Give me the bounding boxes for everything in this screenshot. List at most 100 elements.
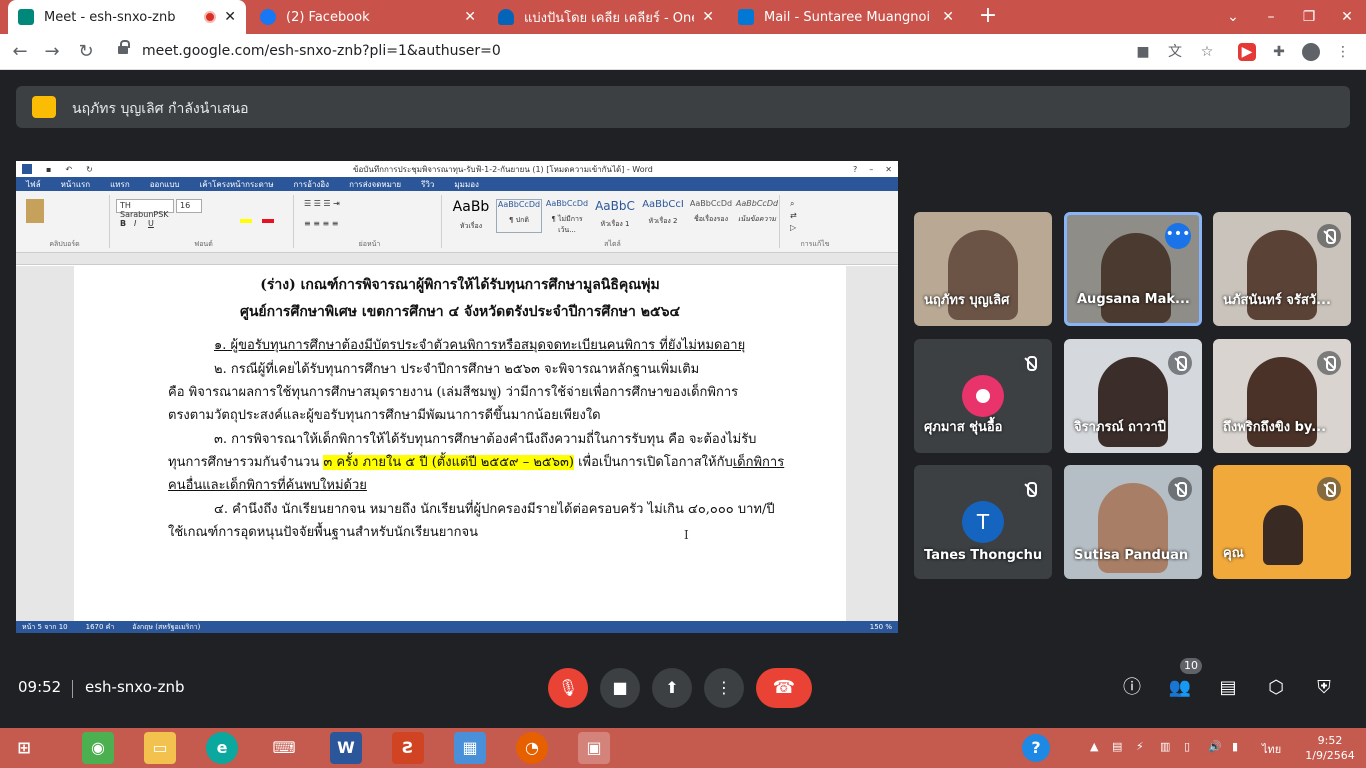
restore-icon[interactable]: ❐ [1290,9,1328,25]
windows-start-icon[interactable]: ⊞ [8,732,40,764]
close-icon[interactable]: ✕ [224,9,236,25]
align-icon: ≡ ≡ ≡ ≡ [304,219,339,228]
new-tab-button[interactable]: + [976,5,1000,29]
participant-tile[interactable]: Sutisa Panduan [1064,465,1202,579]
battery-icon[interactable]: ▯ [1184,740,1190,753]
ribbon-tab-insert: แทรก [110,179,130,189]
tab-mail[interactable]: Mail - Suntaree Muangnoi - Outl ✕ [728,0,964,34]
word-title-bar: ▪ ↶ ↻ ข้อบันทึกการประชุมพิจารณาทุน-รับฟ้… [16,161,898,177]
present-button[interactable]: ⬆ [652,668,692,708]
word-ribbon-tabs: ไฟล์ หน้าแรก แทรก ออกแบบ เค้าโครงหน้ากระ… [16,177,898,191]
people-icon[interactable]: 👥 [1168,676,1192,700]
tray-icon[interactable]: ⚡ [1136,740,1144,753]
extensions-puzzle-icon[interactable]: ✚ [1270,43,1288,61]
participant-tile[interactable]: คุณ [1213,465,1351,579]
reload-icon[interactable]: ↻ [76,42,96,62]
participant-tile[interactable]: ถึงพริกถึงขิง by... [1213,339,1351,453]
participant-tile[interactable]: ศุภมาส ชุ่นอื้อ [914,339,1052,453]
address-bar[interactable]: meet.google.com/esh-snxo-znb?pli=1&authu… [108,38,1228,66]
network-icon[interactable]: ▮ [1232,740,1238,753]
ribbon-tab-view: มุมมอง [454,179,479,189]
tray-expand-icon[interactable]: ▲ [1090,740,1098,753]
menu-icon[interactable]: ⋮ [1334,43,1352,61]
word-title: ข้อบันทึกการประชุมพิจารณาทุน-รับฟ้-1-2-ก… [353,164,653,174]
mic-toggle-button[interactable]: 🎙 [548,668,588,708]
mic-muted-icon [1168,477,1192,501]
host-controls-icon[interactable]: ⛨ [1312,676,1336,700]
doc-paragraph-2a: ๒. กรณีผู้ที่เคยได้รับทุนการศึกษา ประจำป… [214,362,700,377]
close-icon[interactable]: ✕ [942,9,954,25]
mic-muted-icon [1018,351,1042,375]
minimize-icon[interactable]: – [1252,9,1290,25]
undo-icon: ↶ [65,164,73,174]
help-icon: ? [853,164,858,174]
tab-onedrive[interactable]: แบ่งปันโดย เคลีย เคลียร์ - OneDrive ✕ [488,0,724,34]
participant-tile[interactable]: นฤภัทร บุญเลิศ [914,212,1052,326]
zoom-level: 150 % [869,623,892,631]
style-emphasis: AaBbCcDd เน้นข้อความ [735,199,779,223]
translate-icon[interactable]: 文 [1166,43,1184,61]
presenting-banner: นฤภัทร บุญเลิศ กำลังนำเสนอ [16,86,1350,128]
url-text[interactable]: meet.google.com/esh-snxo-znb?pli=1&authu… [142,43,501,59]
back-icon[interactable]: ← [10,42,30,62]
avatar: T [962,501,1004,543]
chrome-taskbar-icon[interactable]: ◉ [82,732,114,764]
volume-icon[interactable]: 🔊 [1208,740,1222,753]
meeting-info-icon[interactable]: ⓘ [1120,676,1144,700]
camera-blocked-icon[interactable]: ■ [1134,43,1152,61]
highlight-icon [240,219,252,223]
participant-tile[interactable]: จิราภรณ์ ถาวาปี [1064,339,1202,453]
mic-muted-icon [1317,351,1341,375]
keyboard-app-icon[interactable]: ⌨ [268,732,300,764]
mic-muted-icon [1317,477,1341,501]
forward-icon[interactable]: → [42,42,62,62]
extension-icon[interactable]: ▶ [1238,43,1256,61]
font-size-box: 16 [176,199,202,213]
tray-icon[interactable]: ▤ [1112,740,1122,753]
text-cursor-icon: I [684,528,689,542]
firefox-icon[interactable]: ◔ [516,732,548,764]
file-explorer-icon[interactable]: ▭ [144,732,176,764]
present-screen-icon: ⬆ [665,678,679,697]
participant-name: Augsana Mak... [1077,292,1190,307]
close-window-icon[interactable]: ✕ [1328,9,1366,25]
tab-meet[interactable]: Meet - esh-snxo-znb ✕ [8,0,246,34]
end-call-button[interactable]: ☎ [756,668,812,708]
input-language[interactable]: ไทย [1262,740,1281,758]
redo-icon: ↻ [86,164,93,174]
ribbon-tab-review: รีวิว [421,179,435,189]
clock-date: 1/9/2564 [1305,749,1355,762]
camera-toggle-button[interactable]: ■ [600,668,640,708]
foxit-icon[interactable]: Ƨ [392,732,424,764]
participant-tile[interactable]: T Tanes Thongchu [914,465,1052,579]
control-panel-icon[interactable]: ▦ [454,732,486,764]
page-count: หน้า 5 จาก 10 [22,622,68,631]
profile-avatar[interactable] [1302,43,1320,61]
doc-paragraph-2b: คือ พิจารณาผลการใช้ทุนการศึกษาสมุดรายงาน… [168,385,739,400]
more-options-button[interactable]: ⋮ [704,668,744,708]
group-label: คลิปบอร์ด [49,240,80,248]
style-no-spacing: AaBbCcDd ¶ ไม่มีการเว้น... [545,199,589,234]
word-taskbar-icon[interactable]: W [330,732,362,764]
photos-icon[interactable]: ▣ [578,732,610,764]
participant-tile[interactable]: ••• Augsana Mak... [1064,212,1202,326]
chat-icon[interactable]: ▤ [1216,676,1240,700]
tab-label: (2) Facebook [286,9,370,25]
group-label: สไตล์ [604,240,621,248]
meeting-time: 09:52 [18,678,62,696]
tab-search-icon[interactable]: ⌄ [1214,9,1252,25]
activities-icon[interactable]: ⬡ [1264,676,1288,700]
close-icon[interactable]: ✕ [464,9,476,25]
bookmark-star-icon[interactable]: ☆ [1198,43,1216,61]
system-clock[interactable]: 9:52 1/9/2564 [1300,733,1360,763]
participant-tile[interactable]: นภัสนันทร์ จรัสวั... [1213,212,1351,326]
word-logo-icon [22,164,32,174]
tray-icon[interactable]: ▥ [1160,740,1170,753]
close-icon[interactable]: ✕ [702,9,714,25]
tab-facebook[interactable]: (2) Facebook ✕ [250,0,486,34]
doc-paragraph-3c: คนอื่นและเด็กพิการที่ค้นพบใหม่ด้วย [168,478,367,493]
more-options-icon[interactable]: ••• [1165,223,1191,249]
participant-count-badge: 10 [1180,658,1202,674]
help-icon[interactable]: ? [1022,734,1050,762]
edge-icon[interactable]: e [206,732,238,764]
